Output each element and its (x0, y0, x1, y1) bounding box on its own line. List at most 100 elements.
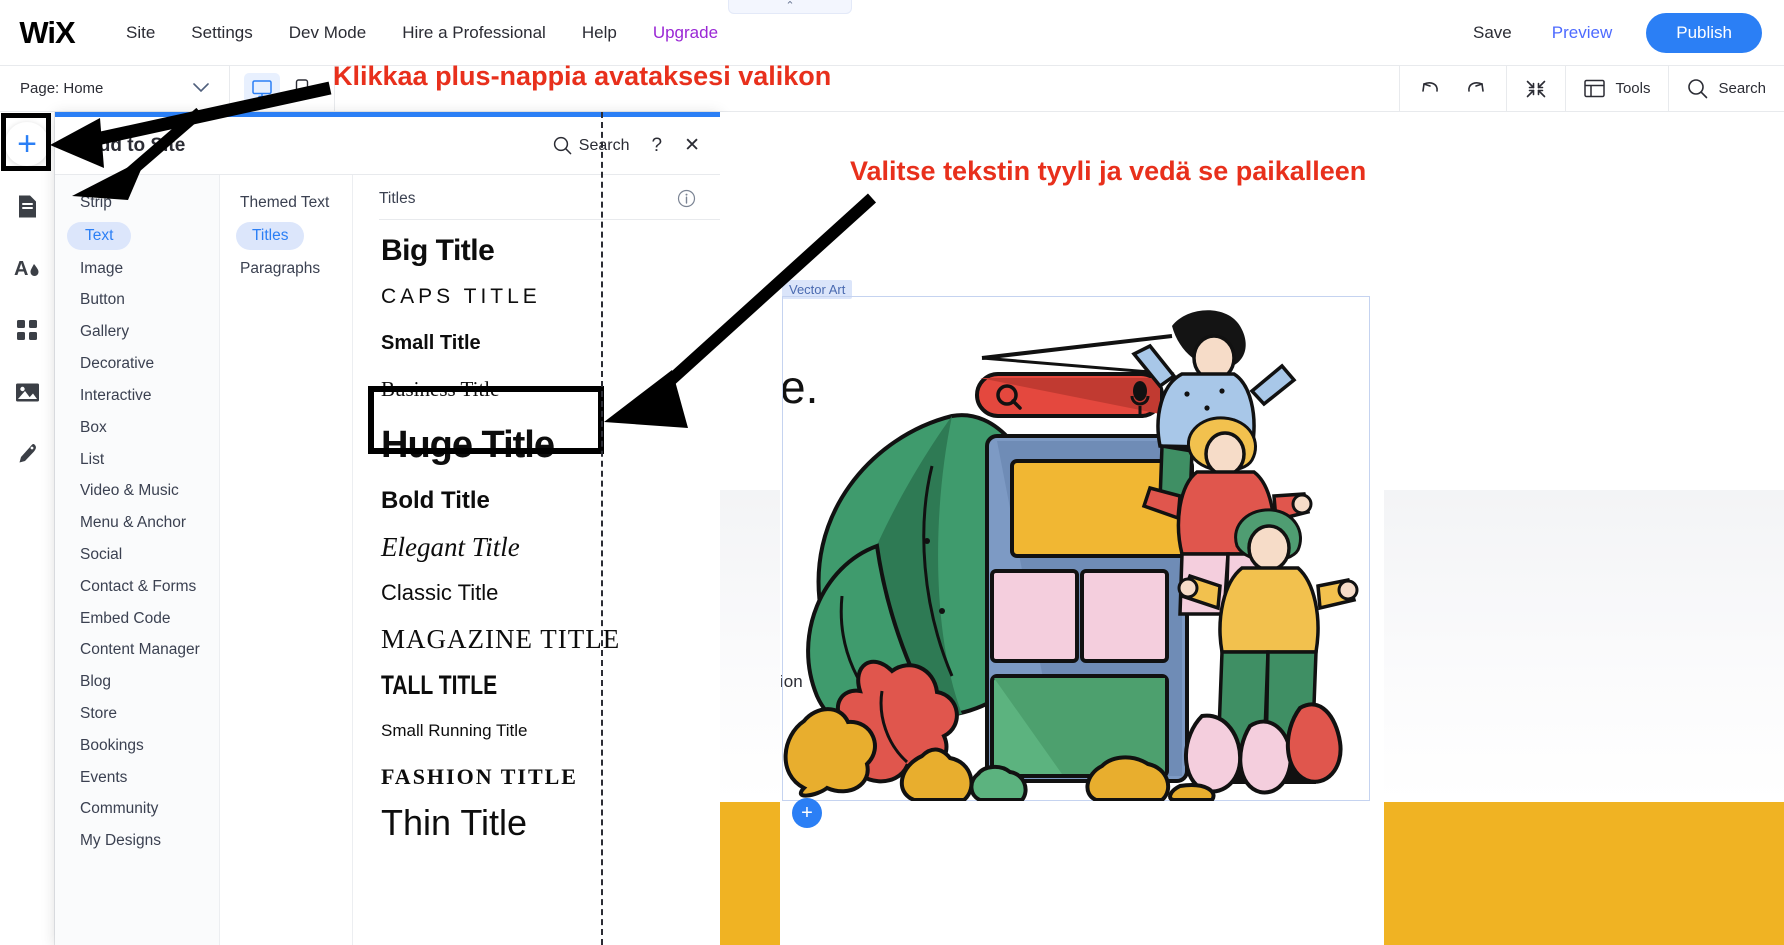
menu-item-site[interactable]: Site (108, 17, 173, 49)
desktop-view-button[interactable] (244, 73, 280, 105)
preview-button[interactable]: Preview (1532, 17, 1632, 49)
title-style-label: Bold Title (381, 487, 490, 515)
pages-icon (17, 194, 38, 219)
category-store[interactable]: Store (55, 698, 219, 730)
search-label: Search (1718, 80, 1766, 97)
category-text[interactable]: Text (67, 222, 131, 250)
category-button[interactable]: Button (55, 284, 219, 316)
collapsed-tab-handle[interactable]: ⌃ (728, 0, 852, 14)
page-selector-label: Page: Home (20, 80, 103, 97)
category-interactive[interactable]: Interactive (55, 380, 219, 412)
category-content-manager[interactable]: Content Manager (55, 634, 219, 666)
category-community[interactable]: Community (55, 793, 219, 825)
title-style-item[interactable]: Elegant Title (379, 524, 720, 570)
tools-button[interactable]: Tools (1565, 66, 1668, 112)
category-decorative[interactable]: Decorative (55, 348, 219, 380)
title-style-item[interactable]: Bold Title (379, 478, 720, 524)
title-style-label: CAPS TITLE (381, 285, 541, 309)
category-gallery[interactable]: Gallery (55, 316, 219, 348)
panel-close-button[interactable]: ✕ (684, 134, 700, 157)
title-style-label: FASHION TITLE (381, 764, 578, 790)
category-embed-code[interactable]: Embed Code (55, 603, 219, 635)
title-style-label: Big Title (381, 234, 494, 268)
wix-logo[interactable]: WiX (16, 16, 78, 50)
save-button[interactable]: Save (1453, 17, 1532, 49)
panel-search-button[interactable]: Search (553, 136, 630, 155)
info-icon[interactable] (677, 189, 696, 208)
image-icon (15, 382, 40, 403)
media-button[interactable] (5, 370, 49, 414)
menu-item-settings[interactable]: Settings (173, 17, 270, 49)
title-style-item[interactable]: Thin Title (379, 800, 720, 846)
subcategory-themed-text[interactable]: Themed Text (220, 187, 352, 219)
title-style-item[interactable]: Business Title (379, 366, 720, 412)
category-video-music[interactable]: Video & Music (55, 475, 219, 507)
menu-item-hire-a-professional[interactable]: Hire a Professional (384, 17, 564, 49)
add-panel-title: Add to Site (85, 135, 185, 157)
category-my-designs[interactable]: My Designs (55, 825, 219, 857)
add-section-button[interactable]: + (792, 798, 822, 828)
category-bookings[interactable]: Bookings (55, 730, 219, 762)
category-menu-anchor[interactable]: Menu & Anchor (55, 507, 219, 539)
category-image[interactable]: Image (55, 253, 219, 285)
toolbar-right-actions: Tools Search (1399, 66, 1784, 112)
element-category-list: Strip Text Image Button Gallery Decorati… (55, 175, 220, 945)
subcategory-titles[interactable]: Titles (236, 222, 304, 250)
pages-button[interactable] (5, 184, 49, 228)
add-to-site-panel: Add to Site Search ? ✕ Strip Text Image … (55, 112, 720, 945)
apps-button[interactable] (5, 308, 49, 352)
chevron-down-icon (193, 81, 209, 96)
undo-redo-group (1399, 66, 1506, 112)
menu-item-dev-mode[interactable]: Dev Mode (271, 17, 384, 49)
panel-search-label: Search (579, 137, 630, 155)
category-blog[interactable]: Blog (55, 666, 219, 698)
category-list[interactable]: List (55, 444, 219, 476)
title-style-label: Elegant Title (381, 532, 520, 563)
category-events[interactable]: Events (55, 762, 219, 794)
title-style-label: Business Title (381, 377, 499, 402)
redo-icon[interactable] (1464, 78, 1488, 100)
title-style-item[interactable]: CAPS TITLE (379, 274, 720, 320)
search-button[interactable]: Search (1668, 66, 1784, 112)
title-style-item-huge[interactable]: Huge Title (379, 412, 720, 478)
panel-help-button[interactable]: ? (652, 135, 663, 157)
title-style-item[interactable]: MAGAZINE TITLE (379, 616, 720, 662)
title-style-item[interactable]: Small Title (379, 320, 720, 366)
my-designs-button[interactable] (5, 432, 49, 476)
editor-toolbar: Page: Home (0, 66, 1784, 112)
site-design-button[interactable]: A (5, 246, 49, 290)
vector-art-illustration[interactable] (782, 296, 1370, 801)
undo-icon[interactable] (1418, 78, 1442, 100)
subcategory-paragraphs[interactable]: Paragraphs (220, 253, 352, 285)
title-style-item[interactable]: FASHION TITLE (379, 754, 720, 800)
mobile-view-button[interactable] (284, 73, 320, 105)
desktop-icon (252, 80, 272, 98)
title-style-label: Small Running Title (381, 721, 527, 741)
viewport-toggle (230, 66, 335, 112)
title-style-list: Big Title CAPS TITLE Small Title Busines… (379, 220, 720, 846)
category-box[interactable]: Box (55, 412, 219, 444)
tools-label: Tools (1615, 80, 1650, 97)
tools-panel-icon (1584, 79, 1605, 98)
page-selector[interactable]: Page: Home (0, 66, 230, 112)
menu-item-help[interactable]: Help (564, 17, 635, 49)
add-elements-button[interactable]: + (5, 122, 49, 166)
site-canvas[interactable]: e. ion Vector Art (720, 112, 1784, 945)
title-style-item[interactable]: Small Running Title (379, 708, 720, 754)
collapse-arrows-icon (1525, 79, 1547, 99)
publish-button[interactable]: Publish (1646, 13, 1762, 53)
title-style-item[interactable]: Big Title (379, 228, 720, 274)
title-style-item[interactable]: TALL TITLE (379, 662, 720, 708)
category-social[interactable]: Social (55, 539, 219, 571)
zoom-out-button[interactable] (1506, 66, 1565, 112)
menu-item-upgrade[interactable]: Upgrade (635, 17, 736, 49)
top-menu-bar: ⌃ WiX Site Settings Dev Mode Hire a Prof… (0, 0, 1784, 66)
title-style-item[interactable]: Classic Title (379, 570, 720, 616)
annotation-click-plus: Klikkaa plus-nappia avataksesi valikon (333, 61, 831, 92)
category-contact-forms[interactable]: Contact & Forms (55, 571, 219, 603)
plus-icon: + (17, 127, 37, 161)
title-style-label: MAGAZINE TITLE (381, 624, 620, 655)
add-panel-body: Strip Text Image Button Gallery Decorati… (55, 174, 720, 945)
title-style-label: Small Title (381, 332, 481, 355)
category-strip[interactable]: Strip (55, 187, 219, 219)
